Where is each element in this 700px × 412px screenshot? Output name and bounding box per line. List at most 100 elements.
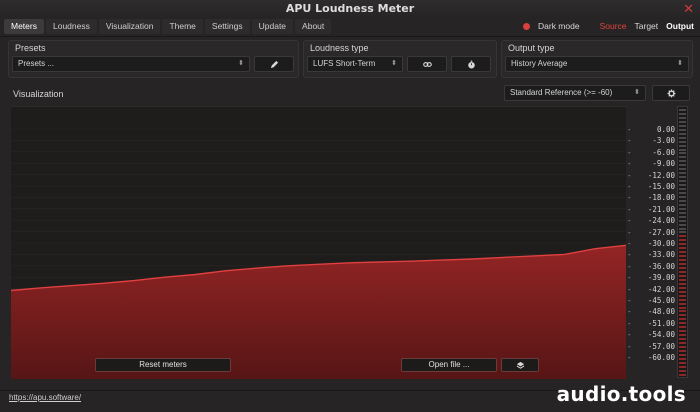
tick-dash: - (627, 204, 632, 214)
scale-tick: - -9.00 (627, 159, 675, 168)
source-button[interactable]: Source (600, 21, 627, 31)
scale-tick: - -3.00 (627, 136, 675, 145)
tick-label: -39.00 (647, 273, 675, 283)
open-file-button[interactable]: Open file ... (401, 358, 497, 372)
meter-segment (679, 176, 686, 179)
menu-bar: Meters Loudness Visualization Theme Sett… (4, 19, 332, 35)
tick-dash: - (627, 193, 632, 203)
scale-tick: - -21.00 (627, 205, 675, 214)
meter-segment (679, 330, 686, 333)
meter-segment (679, 235, 686, 238)
meter-segment (679, 195, 686, 198)
meter-segment (679, 128, 686, 131)
meter-segment (679, 373, 686, 376)
timer-button[interactable] (451, 56, 491, 72)
dark-mode-label[interactable]: Dark mode (538, 21, 580, 31)
meter-segment (679, 251, 686, 254)
tick-label: -42.00 (647, 284, 675, 294)
output-type-value: History Average (511, 59, 568, 68)
meter-segment (679, 109, 686, 111)
tick-dash: - (627, 273, 632, 283)
layers-button[interactable] (501, 358, 539, 372)
meter-segment (679, 361, 686, 364)
meter-segment (679, 116, 686, 119)
stopwatch-icon (467, 60, 475, 68)
tick-dash: - (627, 353, 632, 362)
loudness-type-title: Loudness type (310, 43, 369, 53)
target-button[interactable]: Target (635, 21, 659, 31)
pencil-icon (270, 60, 278, 68)
meter-segment (679, 247, 686, 250)
tick-dash: - (627, 159, 632, 169)
tab-loudness[interactable]: Loudness (45, 19, 97, 34)
link-icon (422, 61, 432, 67)
output-type-title: Output type (508, 43, 555, 53)
window-title: APU Loudness Meter (285, 2, 415, 15)
meter-segment (679, 342, 686, 345)
scale-tick: - -24.00 (627, 216, 675, 225)
dark-mode-toggle-icon[interactable] (523, 22, 530, 30)
meter-segment (679, 172, 686, 175)
reference-select[interactable]: Standard Reference (>= -60) ⬍ (504, 85, 646, 101)
output-button[interactable]: Output (666, 21, 694, 31)
reference-value: Standard Reference (>= -60) (510, 88, 613, 97)
visualization-settings-button[interactable] (652, 85, 690, 101)
tick-label: -48.00 (647, 307, 675, 317)
scale-tick: - -6.00 (627, 148, 675, 157)
tick-label: -24.00 (647, 216, 675, 226)
tab-theme[interactable]: Theme (162, 19, 203, 34)
layers-icon (516, 361, 524, 369)
meter-segment (679, 270, 686, 273)
tick-dash: - (627, 170, 632, 180)
loudness-type-select[interactable]: LUFS Short-Term ⬍ (307, 56, 403, 72)
meter-segment (679, 338, 686, 341)
tab-update[interactable]: Update (251, 19, 294, 34)
scale-tick: - -27.00 (627, 228, 675, 237)
meter-segment (679, 298, 686, 301)
scale-tick: - 0.00 (627, 125, 675, 134)
tab-visualization[interactable]: Visualization (98, 19, 161, 34)
tick-label: -36.00 (647, 261, 675, 271)
link-button[interactable] (407, 56, 447, 72)
presets-value: Presets ... (18, 59, 55, 68)
scale-tick: - -57.00 (627, 342, 675, 351)
meter-segment (679, 239, 686, 242)
meter-segment (679, 314, 686, 317)
website-link[interactable]: https://apu.software/ (9, 393, 81, 402)
presets-select[interactable]: Presets ... ⬍ (12, 56, 250, 72)
meter-segment (679, 306, 686, 309)
output-type-select[interactable]: History Average ⬍ (505, 56, 689, 72)
scale-tick: - -39.00 (627, 273, 675, 282)
meter-segment (679, 191, 686, 194)
meter-segment (679, 144, 686, 147)
tab-meters[interactable]: Meters (4, 19, 44, 34)
tab-about[interactable]: About (295, 19, 332, 34)
meter-segment (679, 136, 686, 139)
meter-segment (679, 334, 686, 337)
scale-tick: - -12.00 (627, 171, 675, 180)
meter-segment (679, 207, 686, 210)
tick-dash: - (627, 136, 632, 146)
tab-settings[interactable]: Settings (204, 19, 250, 34)
scale-tick: - -30.00 (627, 239, 675, 248)
meter-segment (679, 353, 686, 356)
meter-segment (679, 156, 686, 159)
tick-dash: - (627, 261, 632, 271)
loudness-type-value: LUFS Short-Term (313, 59, 376, 68)
meter-segment (679, 124, 686, 127)
presets-title: Presets (15, 43, 46, 53)
scale-tick: - -54.00 (627, 330, 675, 339)
meter-segment (679, 263, 686, 266)
level-meter (677, 106, 688, 378)
tick-dash: - (627, 284, 632, 294)
edit-preset-button[interactable] (254, 56, 294, 72)
close-icon[interactable]: ✕ (683, 2, 694, 15)
scale-tick: - -42.00 (627, 285, 675, 294)
tick-label: -33.00 (647, 250, 675, 260)
tick-dash: - (627, 239, 632, 248)
reset-meters-button[interactable]: Reset meters (95, 358, 231, 372)
scale-tick: - -18.00 (627, 193, 675, 202)
meter-segment (679, 140, 686, 143)
meter-segment (679, 215, 686, 218)
tick-dash: - (627, 147, 632, 157)
